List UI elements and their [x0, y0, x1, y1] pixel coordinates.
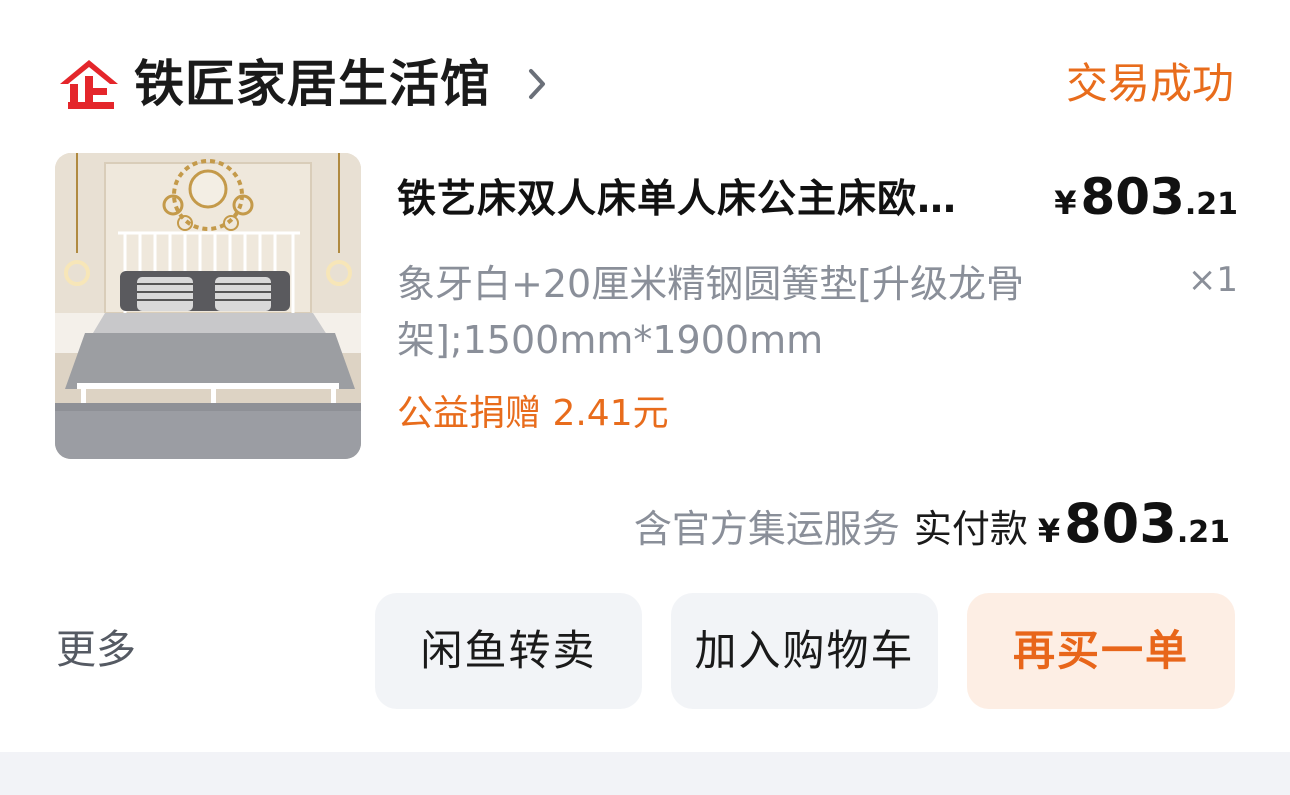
more-button[interactable]: 更多: [56, 622, 136, 678]
charity-donation: 公益捐赠 2.41元: [397, 393, 669, 434]
total-decimal: .21: [1176, 515, 1230, 550]
product-title[interactable]: 铁艺床双人床单人床公主床欧…: [397, 172, 1037, 228]
price-decimal: .21: [1184, 187, 1238, 222]
shipping-service-note: 含官方集运服务: [633, 507, 900, 551]
buy-again-button[interactable]: 再买一单: [967, 593, 1235, 709]
order-totals: 含官方集运服务 实付款 ¥803.21: [633, 492, 1230, 555]
list-separator: [0, 752, 1290, 795]
resell-button[interactable]: 闲鱼转卖: [375, 593, 642, 709]
product-spec: 象牙白+20厘米精钢圆簧垫[升级龙骨架];1500mm*1900mm: [397, 262, 1025, 362]
order-header: 铁匠家居生活馆 交易成功: [56, 52, 1234, 116]
tmall-enterprise-logo-icon: [60, 60, 118, 109]
order-status: 交易成功: [1065, 59, 1234, 108]
add-to-cart-button[interactable]: 加入购物车: [671, 593, 938, 709]
product-image[interactable]: [55, 153, 361, 459]
order-card: 铁匠家居生活馆 交易成功 铁艺床双人床单人床公主床欧… ¥803.21 象牙白+…: [0, 0, 1290, 752]
paid-label: 实付款: [913, 507, 1028, 551]
chevron-right-icon[interactable]: [524, 66, 552, 102]
quantity: ×1: [1187, 260, 1238, 300]
price-currency: ¥: [1054, 184, 1077, 222]
store-name[interactable]: 铁匠家居生活馆: [134, 54, 491, 114]
unit-price: ¥803.21: [1054, 168, 1238, 226]
total-integer: 803: [1064, 492, 1177, 555]
bed-product-image-icon: [55, 153, 361, 459]
price-integer: 803: [1080, 168, 1185, 226]
total-currency: ¥: [1037, 512, 1061, 550]
